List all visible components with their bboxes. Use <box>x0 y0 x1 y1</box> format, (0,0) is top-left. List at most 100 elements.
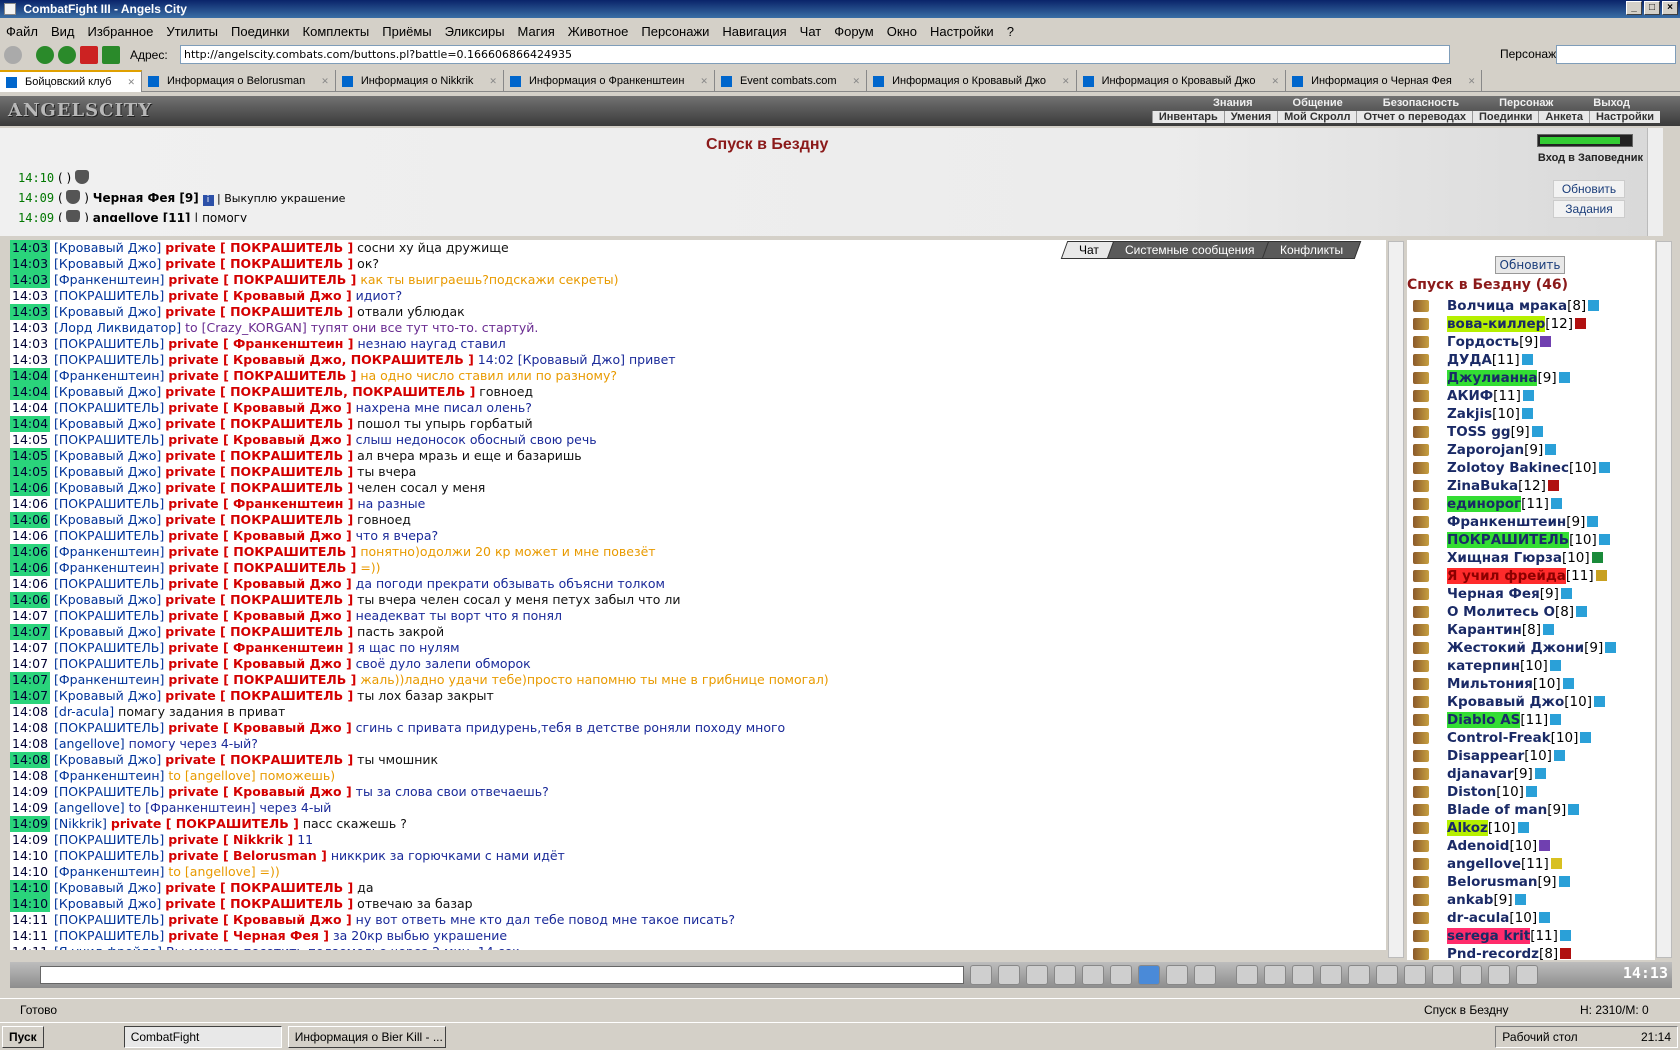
browser-tab[interactable]: Информация о Belorusman ✕ <box>142 70 336 92</box>
message-author[interactable]: [ПОКРАШИТЕЛЬ] <box>54 576 164 591</box>
tab-close-icon[interactable]: ✕ <box>1062 71 1070 92</box>
player-row[interactable]: Гордость[9] <box>1411 333 1651 351</box>
message-author[interactable]: [Франкенштеин] <box>54 272 164 287</box>
tab-close-icon[interactable]: ✕ <box>853 71 861 92</box>
player-row[interactable]: dr-acula[10] <box>1411 909 1651 927</box>
up-icon[interactable] <box>4 46 22 64</box>
player-name[interactable]: Гордость <box>1447 334 1519 350</box>
message-author[interactable]: [Франкенштеин] <box>54 864 164 879</box>
player-row[interactable]: TOSS gg[9] <box>1411 423 1651 441</box>
info-icon[interactable] <box>1522 390 1534 401</box>
message-author[interactable]: [Кровавый Джо] <box>54 624 161 639</box>
message-author[interactable]: [Франкенштеин] <box>54 544 164 559</box>
message-author[interactable]: [Кровавый Джо] <box>54 512 161 527</box>
player-name[interactable]: djanavar <box>1447 766 1514 782</box>
message-private-target[interactable]: private [ Кровавый Джо ] <box>168 784 352 799</box>
message-author[interactable]: [ПОКРАШИТЕЛЬ] <box>54 432 164 447</box>
info-icon[interactable] <box>1595 570 1607 581</box>
player-name[interactable]: Черная Фея <box>1447 586 1540 602</box>
chest-icon[interactable] <box>1320 965 1342 985</box>
player-row[interactable]: О Молитесь О[8] <box>1411 603 1651 621</box>
player-row[interactable]: Джулианна[9] <box>1411 369 1651 387</box>
info-icon[interactable] <box>1534 768 1546 779</box>
player-name[interactable]: Control-Freak <box>1447 730 1551 746</box>
info-icon[interactable] <box>1517 822 1529 833</box>
player-row[interactable]: serega krit[11] <box>1411 927 1651 945</box>
sword-icon[interactable] <box>1264 965 1286 985</box>
player-name[interactable]: serega krit <box>1447 928 1531 944</box>
message-author[interactable]: [Кровавый Джо] <box>54 688 161 703</box>
player-row[interactable]: единорог[11] <box>1411 495 1651 513</box>
message-private-target[interactable]: private [ ПОКРАШИТЕЛЬ, ПОКРАШИТЕЛЬ ] <box>165 384 475 399</box>
menu-item[interactable]: Чат <box>800 24 822 39</box>
message-private-target[interactable]: private [ ПОКРАШИТЕЛЬ ] <box>165 480 353 495</box>
player-name[interactable]: angellove <box>1447 856 1521 872</box>
message-private-target[interactable]: private [ ПОКРАШИТЕЛЬ ] <box>168 272 356 287</box>
message-private-target[interactable]: private [ ПОКРАШИТЕЛЬ ] <box>165 896 353 911</box>
player-name[interactable]: Zakjis <box>1447 406 1492 422</box>
message-private-target[interactable]: private [ ПОКРАШИТЕЛЬ ] <box>165 688 353 703</box>
message-author[interactable]: [ПОКРАШИТЕЛЬ] <box>54 912 164 927</box>
info-icon[interactable] <box>1549 660 1561 671</box>
info-icon[interactable] <box>1588 300 1600 311</box>
message-author[interactable]: [Кровавый Джо] <box>54 416 161 431</box>
message-author[interactable]: [Кровавый Джо] <box>54 480 161 495</box>
player-row[interactable]: Diablo AS[11] <box>1411 711 1651 729</box>
message-author[interactable]: [Кровавый Джо] <box>54 896 161 911</box>
menu-item[interactable]: Навигация <box>722 24 786 39</box>
player-row[interactable]: Zolotoy Bakinec[10] <box>1411 459 1651 477</box>
message-private-target[interactable]: private [ ПОКРАШИТЕЛЬ ] <box>165 752 353 767</box>
message-author[interactable]: [ПОКРАШИТЕЛЬ] <box>54 848 164 863</box>
message-private-target[interactable]: private [ ПОКРАШИТЕЛЬ ] <box>165 464 353 479</box>
message-private-target[interactable]: private [ ПОКРАШИТЕЛЬ ] <box>111 816 299 831</box>
message-author[interactable]: [ПОКРАШИТЕЛЬ] <box>54 608 164 623</box>
enter-reserve-link[interactable]: Вход в Заповедник <box>1538 152 1643 164</box>
menu-item[interactable]: Форум <box>834 24 874 39</box>
message-author[interactable]: [ПОКРАШИТЕЛЬ] <box>54 720 164 735</box>
player-row[interactable]: катерпин[10] <box>1411 657 1651 675</box>
message-author[interactable]: [Кровавый Джо] <box>54 752 161 767</box>
nav-link[interactable]: Безопасность <box>1363 97 1479 109</box>
tab-close-icon[interactable]: ✕ <box>700 71 708 92</box>
player-name[interactable]: Карантин <box>1447 622 1522 638</box>
player-name[interactable]: Pnd-recordz <box>1447 946 1539 960</box>
message-author[interactable]: [ПОКРАШИТЕЛЬ] <box>54 528 164 543</box>
nav-link[interactable]: Поединки <box>1471 111 1538 123</box>
info-icon[interactable] <box>1547 480 1559 491</box>
tab-close-icon[interactable]: ✕ <box>489 71 497 92</box>
player-name[interactable]: ZinaBuka <box>1447 478 1518 494</box>
taskbar-item[interactable]: CombatFight <box>123 1025 282 1048</box>
browser-tab[interactable]: Информация о Nikkrik ✕ <box>336 70 504 92</box>
nav-link[interactable]: Инвентарь <box>1151 111 1224 123</box>
info-icon[interactable] <box>1568 804 1580 815</box>
message-author[interactable]: [Кровавый Джо] <box>54 304 161 319</box>
info-icon[interactable] <box>1525 786 1537 797</box>
player-row[interactable]: Pnd-recordz[8] <box>1411 945 1651 960</box>
info-icon[interactable] <box>1521 408 1533 419</box>
player-row[interactable]: ZinaBuka[12] <box>1411 477 1651 495</box>
info-icon[interactable] <box>1560 588 1572 599</box>
info-icon[interactable] <box>1550 714 1562 725</box>
player-row[interactable]: Карантин[8] <box>1411 621 1651 639</box>
info-icon[interactable]: i <box>202 195 214 206</box>
player-row[interactable]: Франкенштеин[9] <box>1411 513 1651 531</box>
player-row[interactable]: Blade of man[9] <box>1411 801 1651 819</box>
message-author[interactable]: [ПОКРАШИТЕЛЬ] <box>54 496 164 511</box>
player-name[interactable]: Кровавый Джо <box>1447 694 1564 710</box>
menu-item[interactable]: Приёмы <box>382 24 431 39</box>
message-author[interactable]: [ПОКРАШИТЕЛЬ] <box>54 288 164 303</box>
tab-close-icon[interactable]: ✕ <box>127 72 135 93</box>
player-name[interactable]: dr-acula <box>1447 910 1509 926</box>
forward-icon[interactable] <box>58 46 76 64</box>
message-author[interactable]: [Я учил фрейда] <box>54 944 162 950</box>
player-name[interactable]: Джулианна <box>1447 370 1538 386</box>
info-icon[interactable] <box>1545 444 1557 455</box>
browser-tab[interactable]: Информация о Кровавый Джо ✕ <box>867 70 1077 92</box>
potion-icon[interactable] <box>1236 965 1258 985</box>
message-private-target[interactable]: private [ Кровавый Джо ] <box>168 432 352 447</box>
player-row[interactable]: Control-Freak[10] <box>1411 729 1651 747</box>
filter-icon[interactable] <box>1026 965 1048 985</box>
tab-close-icon[interactable]: ✕ <box>1272 71 1280 92</box>
player-name[interactable]: единорог <box>1447 496 1522 512</box>
chat-tab[interactable]: Конфликты <box>1262 241 1362 259</box>
